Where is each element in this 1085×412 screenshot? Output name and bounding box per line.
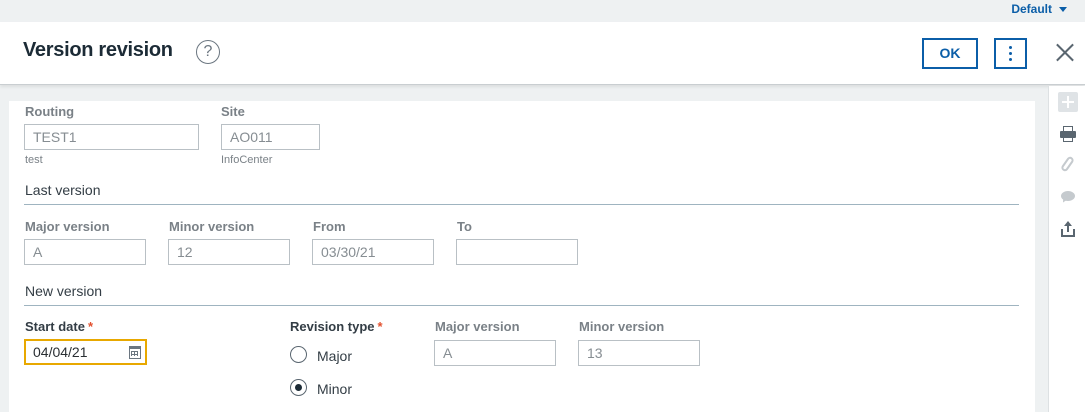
revision-major-label[interactable]: Major — [317, 348, 352, 364]
attachment-icon[interactable] — [1058, 154, 1078, 174]
start-date-label: Start date * — [25, 319, 93, 334]
revision-major-radio[interactable] — [290, 346, 307, 363]
last-minor-version-label: Minor version — [169, 219, 255, 234]
to-label: To — [457, 219, 472, 234]
default-menu-label: Default — [1011, 2, 1052, 16]
new-minor-version-field[interactable]: 13 — [578, 340, 700, 366]
dialog-header: Version revision ? OK — [0, 22, 1085, 85]
revision-type-label: Revision type * — [290, 319, 383, 334]
start-date-label-text: Start date — [25, 319, 85, 334]
section-divider — [24, 305, 1019, 306]
start-date-value: 04/04/21 — [33, 344, 88, 360]
routing-label: Routing — [25, 104, 75, 119]
close-icon[interactable] — [1054, 41, 1076, 63]
revision-minor-label[interactable]: Minor — [317, 381, 352, 397]
routing-description: test — [25, 154, 43, 166]
comment-icon[interactable] — [1058, 186, 1078, 206]
site-field[interactable]: AO011 — [221, 124, 320, 150]
ok-button[interactable]: OK — [922, 38, 978, 69]
from-label: From — [313, 219, 346, 234]
required-marker: * — [87, 319, 94, 334]
last-major-version-label: Major version — [25, 219, 110, 234]
required-marker: * — [377, 319, 383, 334]
page-title: Version revision — [23, 39, 173, 61]
last-version-heading: Last version — [25, 182, 101, 198]
more-actions-button[interactable] — [994, 38, 1027, 69]
top-bar: Default — [0, 0, 1085, 22]
new-minor-version-label: Minor version — [579, 319, 665, 334]
default-menu[interactable]: Default — [1011, 2, 1067, 16]
side-toolbar — [1048, 86, 1085, 412]
print-icon[interactable] — [1058, 124, 1078, 144]
plus-icon[interactable] — [1058, 92, 1078, 112]
caret-down-icon — [1059, 6, 1067, 12]
revision-type-label-text: Revision type — [290, 319, 375, 334]
last-minor-version-field[interactable]: 12 — [168, 239, 290, 265]
site-description: InfoCenter — [221, 154, 273, 166]
new-major-version-label: Major version — [435, 319, 520, 334]
new-version-heading: New version — [25, 283, 103, 299]
vertical-dots-icon — [1009, 46, 1012, 61]
from-date-field[interactable]: 03/30/21 — [312, 239, 434, 265]
revision-minor-radio[interactable] — [290, 379, 307, 396]
last-major-version-field[interactable]: A — [24, 239, 146, 265]
section-divider — [24, 204, 1019, 205]
form-panel: Routing TEST1 test Site AO011 InfoCenter… — [9, 101, 1035, 412]
site-label: Site — [221, 104, 245, 119]
routing-field[interactable]: TEST1 — [24, 124, 199, 150]
help-icon[interactable]: ? — [196, 40, 220, 64]
calendar-icon[interactable] — [129, 346, 141, 359]
to-date-field[interactable] — [456, 239, 578, 265]
new-major-version-field[interactable]: A — [434, 340, 556, 366]
start-date-input[interactable]: 04/04/21 — [24, 339, 147, 365]
export-icon[interactable] — [1058, 220, 1078, 240]
